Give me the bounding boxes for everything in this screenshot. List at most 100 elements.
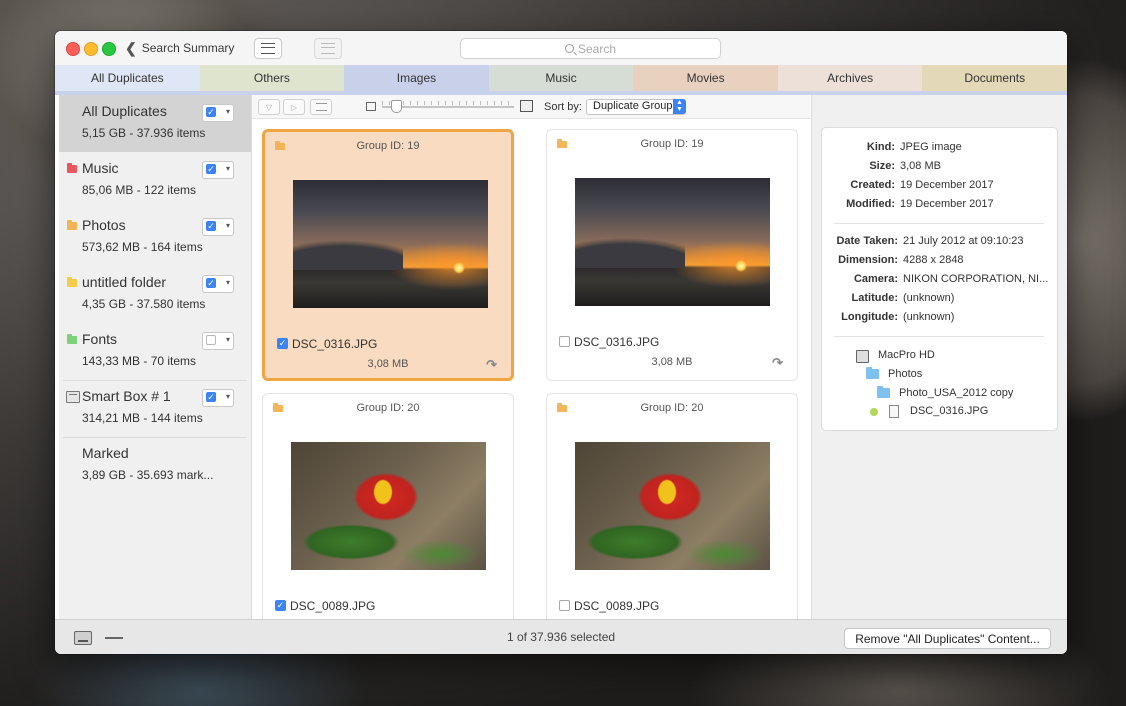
- list-icon: [261, 43, 275, 54]
- duplicate-card[interactable]: Group ID: 20 DSC_0089.JPG: [546, 393, 798, 619]
- chevron-down-icon: ▾: [225, 392, 230, 401]
- path-file[interactable]: DSC_0316.JPG: [910, 405, 988, 417]
- sidebar-item-marked[interactable]: Marked 3,89 GB - 35.693 mark...: [59, 437, 251, 494]
- restore-icon[interactable]: ↷: [486, 357, 497, 373]
- photo-thumbnail: [575, 442, 770, 570]
- sidebar-item-fonts[interactable]: Fonts 143,33 MB - 70 items ▾: [59, 323, 251, 380]
- sidebar-checkbox-menu[interactable]: ✓ ▾: [202, 275, 234, 293]
- info-pane: Kind: JPEG image Size: 3,08 MB Created: 19 …: [811, 95, 1067, 619]
- duplicate-card[interactable]: Group ID: 19 DSC_0316.JPG 3,08 MB ↷: [546, 129, 798, 381]
- tab-archives[interactable]: Archives: [777, 65, 923, 91]
- back-label: Search Summary: [141, 41, 235, 55]
- folder-icon: [67, 334, 77, 344]
- sort-select[interactable]: Duplicate Group ▲ ▼: [586, 99, 686, 115]
- info-latitude: Latitude: (unknown): [851, 292, 955, 304]
- sidebar-checkbox-menu[interactable]: ✓ ▾: [202, 104, 234, 122]
- tab-all-duplicates[interactable]: All Duplicates: [55, 65, 200, 91]
- tab-images[interactable]: Images: [344, 65, 489, 91]
- path-drive[interactable]: MacPro HD: [878, 349, 935, 361]
- restore-icon[interactable]: ↷: [772, 355, 783, 371]
- sidebar-item-subtitle: 5,15 GB - 37.936 items: [82, 126, 206, 140]
- sidebar-item-title: Photos: [82, 217, 126, 233]
- sidebar-item-untitled-folder[interactable]: untitled folder 4,35 GB - 37.580 items ✓…: [59, 266, 251, 323]
- list-view-button[interactable]: [254, 38, 282, 59]
- remove-content-button[interactable]: Remove "All Duplicates" Content...: [844, 628, 1051, 649]
- filter-button[interactable]: ▽: [258, 99, 280, 115]
- checkbox-checked[interactable]: ✓: [206, 392, 216, 402]
- duplicate-card[interactable]: Group ID: 19 ✓ DSC_0316.JPG 3,08 MB ↷: [262, 129, 514, 381]
- checkbox-checked[interactable]: ✓: [206, 221, 216, 231]
- bottom-bar: 1 of 37.936 selected Remove "All Duplica…: [55, 619, 1067, 654]
- list-toggle-button[interactable]: [310, 99, 332, 115]
- sidebar-item-title: Music: [82, 160, 119, 176]
- app-window: ❮ Search Summary Search All Duplicates O…: [55, 31, 1067, 654]
- large-thumbnail-icon: [520, 100, 533, 112]
- chevron-down-icon: ▾: [225, 278, 230, 287]
- hard-drive-icon: [856, 350, 869, 363]
- search-icon: [564, 44, 574, 53]
- photo-thumbnail: [293, 180, 488, 308]
- search-placeholder: Search: [577, 41, 617, 56]
- path-subfolder[interactable]: Photo_USA_2012 copy: [899, 387, 1013, 399]
- updown-arrows-icon: ▲ ▼: [673, 99, 686, 114]
- sidebar-checkbox-menu[interactable]: ▾: [202, 332, 234, 350]
- photo-thumbnail: [575, 178, 770, 306]
- path-folder[interactable]: Photos: [888, 368, 922, 380]
- photo-thumbnail: [291, 442, 486, 570]
- folder-icon: [67, 220, 77, 230]
- group-id: Group ID: 20: [640, 402, 704, 414]
- minimize-button[interactable]: [84, 42, 98, 56]
- file-size: 3,08 MB: [367, 358, 409, 370]
- sidebar-item-subtitle: 143,33 MB - 70 items: [82, 354, 197, 368]
- triangle-right-icon: ▷: [290, 102, 298, 112]
- play-button[interactable]: ▷: [283, 99, 305, 115]
- list-icon: [315, 103, 327, 111]
- checkbox-checked[interactable]: ✓: [206, 107, 216, 117]
- sidebar-item-title: untitled folder: [82, 274, 167, 290]
- sidebar-item-subtitle: 3,89 GB - 35.693 mark...: [82, 468, 214, 482]
- sort-label: Sort by:: [544, 101, 582, 113]
- titlebar: ❮ Search Summary Search: [55, 31, 1067, 65]
- smart-box-icon: [66, 391, 80, 403]
- checkbox-unchecked[interactable]: [206, 335, 216, 345]
- zoom-button[interactable]: [102, 42, 116, 56]
- tab-movies[interactable]: Movies: [633, 65, 778, 91]
- checkbox-checked[interactable]: ✓: [206, 278, 216, 288]
- checkbox-checked[interactable]: ✓: [275, 600, 286, 611]
- info-camera: Camera: NIKON CORPORATION, NI...: [853, 273, 1049, 285]
- small-thumbnail-icon: [366, 102, 376, 111]
- info-longitude: Longitude: (unknown): [841, 311, 955, 323]
- folder-icon: [866, 367, 879, 379]
- file-info-box: Kind: JPEG image Size: 3,08 MB Created: 19 …: [821, 127, 1058, 431]
- group-id: Group ID: 19: [640, 138, 704, 150]
- checkbox-checked[interactable]: ✓: [277, 338, 288, 349]
- file-icon: [889, 405, 899, 418]
- info-divider: [834, 223, 1044, 224]
- sidebar-item-photos[interactable]: Photos 573,62 MB - 164 items ✓ ▾: [59, 209, 251, 266]
- duplicate-card[interactable]: Group ID: 20 ✓ DSC_0089.JPG: [262, 393, 514, 619]
- sidebar-checkbox-menu[interactable]: ✓ ▾: [202, 161, 234, 179]
- tab-documents[interactable]: Documents: [922, 65, 1067, 91]
- search-field[interactable]: Search: [460, 38, 721, 59]
- checkbox-unchecked[interactable]: [559, 336, 570, 347]
- slider-knob[interactable]: [391, 100, 402, 113]
- sidebar-item-subtitle: 573,62 MB - 164 items: [82, 240, 203, 254]
- file-name: DSC_0316.JPG: [574, 335, 660, 349]
- detail-view-button[interactable]: [314, 38, 342, 59]
- info-date-taken: Date Taken: 21 July 2012 at 09:10:23: [836, 235, 1024, 247]
- checkbox-checked[interactable]: ✓: [206, 164, 216, 174]
- tab-music[interactable]: Music: [488, 65, 634, 91]
- sidebar-item-music[interactable]: Music 85,06 MB - 122 items ✓ ▾: [59, 152, 251, 209]
- sidebar-item-smart-box[interactable]: Smart Box # 1 314,21 MB - 144 items ✓ ▾: [59, 380, 251, 437]
- sidebar-checkbox-menu[interactable]: ✓ ▾: [202, 218, 234, 236]
- close-button[interactable]: [66, 42, 80, 56]
- sidebar-item-all-duplicates[interactable]: All Duplicates 5,15 GB - 37.936 items ✓ …: [59, 95, 251, 152]
- info-size: Size: 3,08 MB: [869, 160, 941, 172]
- info-kind: Kind: JPEG image: [866, 141, 962, 153]
- back-button[interactable]: ❮ Search Summary: [125, 40, 234, 56]
- folder-icon: [67, 163, 77, 173]
- sidebar-item-title: Fonts: [82, 331, 118, 347]
- checkbox-unchecked[interactable]: [559, 600, 570, 611]
- sidebar-checkbox-menu[interactable]: ✓ ▾: [202, 389, 234, 407]
- tab-others[interactable]: Others: [199, 65, 345, 91]
